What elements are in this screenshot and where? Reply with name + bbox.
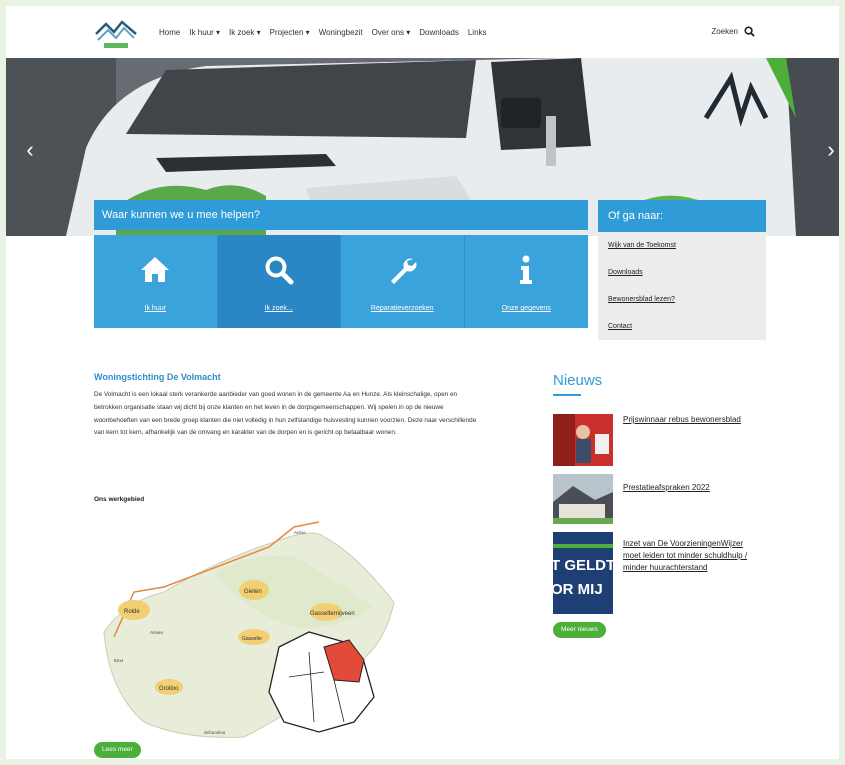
search-icon — [265, 256, 294, 285]
thumbnail-text: T GELDT — [553, 557, 613, 574]
menu-item[interactable]: Over ons ▾ — [372, 28, 411, 37]
help-panel-title: Waar kunnen we u mee helpen? — [94, 200, 588, 230]
menu-item[interactable]: Projecten ▾ — [270, 28, 310, 37]
menu-item[interactable]: Links — [468, 28, 487, 37]
news-thumbnail[interactable] — [553, 414, 613, 466]
map-label: Gasselte — [242, 636, 262, 642]
search-button[interactable]: Zoeken — [711, 26, 755, 37]
search-icon — [744, 26, 755, 37]
map-label: Gieten — [244, 589, 262, 595]
news-item: T GELDT OR MIJ Inzet van De Voorzieninge… — [553, 532, 773, 614]
map-label: Annen — [150, 630, 164, 635]
region-heading: Ons werkgebied — [94, 496, 145, 503]
map-label: Rolde — [124, 609, 140, 615]
goto-links: Wijk van de Toekomst Downloads Bewonersb… — [598, 232, 766, 340]
tile-ik-zoek[interactable]: Ik zoek... — [217, 235, 341, 328]
menu-item[interactable]: Ik zoek ▾ — [229, 28, 261, 37]
region-map: Rolde Gieten Grolloo Gasselternijveen Ga… — [103, 521, 395, 738]
news-thumbnail[interactable]: T GELDT OR MIJ — [553, 532, 613, 614]
main-heading: Woningstichting De Volmacht — [94, 372, 221, 382]
news-link[interactable]: Inzet van De VoorzieningenWijzer moet le… — [623, 538, 763, 574]
thumbnail-text: OR MIJ — [553, 581, 603, 598]
tile-label: Reparatieverzoeken — [370, 305, 434, 312]
news-item: Prestatieafspraken 2022 — [553, 474, 773, 524]
map-label: Anloo — [294, 530, 306, 535]
goto-link[interactable]: Bewonersblad lezen? — [608, 294, 766, 321]
home-icon — [141, 257, 170, 282]
wrench-icon — [391, 258, 417, 284]
news-link[interactable]: Prijswinnaar rebus bewonersblad — [623, 414, 763, 426]
map-label: Gasselternijveen — [310, 611, 355, 617]
tile-reparatieverzoeken[interactable]: Reparatieverzoeken — [341, 235, 465, 328]
menu-item[interactable]: Ik huur ▾ — [189, 28, 220, 37]
goto-link[interactable]: Downloads — [608, 267, 766, 294]
top-nav: Home Ik huur ▾ Ik zoek ▾ Projecten ▾ Won… — [6, 6, 839, 58]
news-thumbnail[interactable] — [553, 474, 613, 524]
info-icon — [520, 255, 533, 284]
search-label: Zoeken — [711, 27, 738, 36]
tile-ik-huur[interactable]: Ik huur — [94, 235, 218, 328]
menu-item[interactable]: Woningbezit — [319, 28, 363, 37]
menu-item[interactable]: Downloads — [419, 28, 459, 37]
carousel-next-arrow[interactable]: › — [821, 136, 839, 164]
goto-title: Of ga naar: — [598, 200, 766, 232]
map-label: Eext — [114, 658, 124, 663]
goto-link[interactable]: Wijk van de Toekomst — [608, 240, 766, 267]
help-tiles: Ik huur Ik zoek... Reparatieverzoeken On… — [94, 235, 588, 328]
read-more-button[interactable]: Lees meer — [94, 742, 141, 758]
news-item: Prijswinnaar rebus bewonersblad — [553, 414, 773, 466]
goto-link[interactable]: Contact — [608, 321, 766, 348]
map-label: Schoonloo — [204, 730, 226, 735]
tile-label: Ik zoek... — [264, 305, 293, 312]
news-heading: Nieuws — [553, 372, 603, 389]
main-paragraph: De Volmacht is een lokaal sterk veranker… — [94, 391, 477, 437]
news-link[interactable]: Prestatieafspraken 2022 — [623, 482, 763, 494]
page: Home Ik huur ▾ Ik zoek ▾ Projecten ▾ Won… — [6, 6, 839, 759]
more-news-button[interactable]: Meer nieuws — [553, 622, 606, 638]
tile-label: Ik huur — [144, 305, 166, 312]
menu-item[interactable]: Home — [159, 28, 180, 37]
carousel-prev-arrow[interactable]: ‹ — [20, 136, 40, 164]
tile-label: Onze gegevens — [501, 305, 551, 312]
map-label: Grolloo — [159, 686, 179, 692]
main-menu: Home Ik huur ▾ Ik zoek ▾ Projecten ▾ Won… — [159, 28, 496, 37]
news-heading-rule — [553, 394, 581, 396]
tile-onze-gegevens[interactable]: Onze gegevens — [464, 235, 588, 328]
volmacht-logo[interactable] — [94, 16, 138, 52]
